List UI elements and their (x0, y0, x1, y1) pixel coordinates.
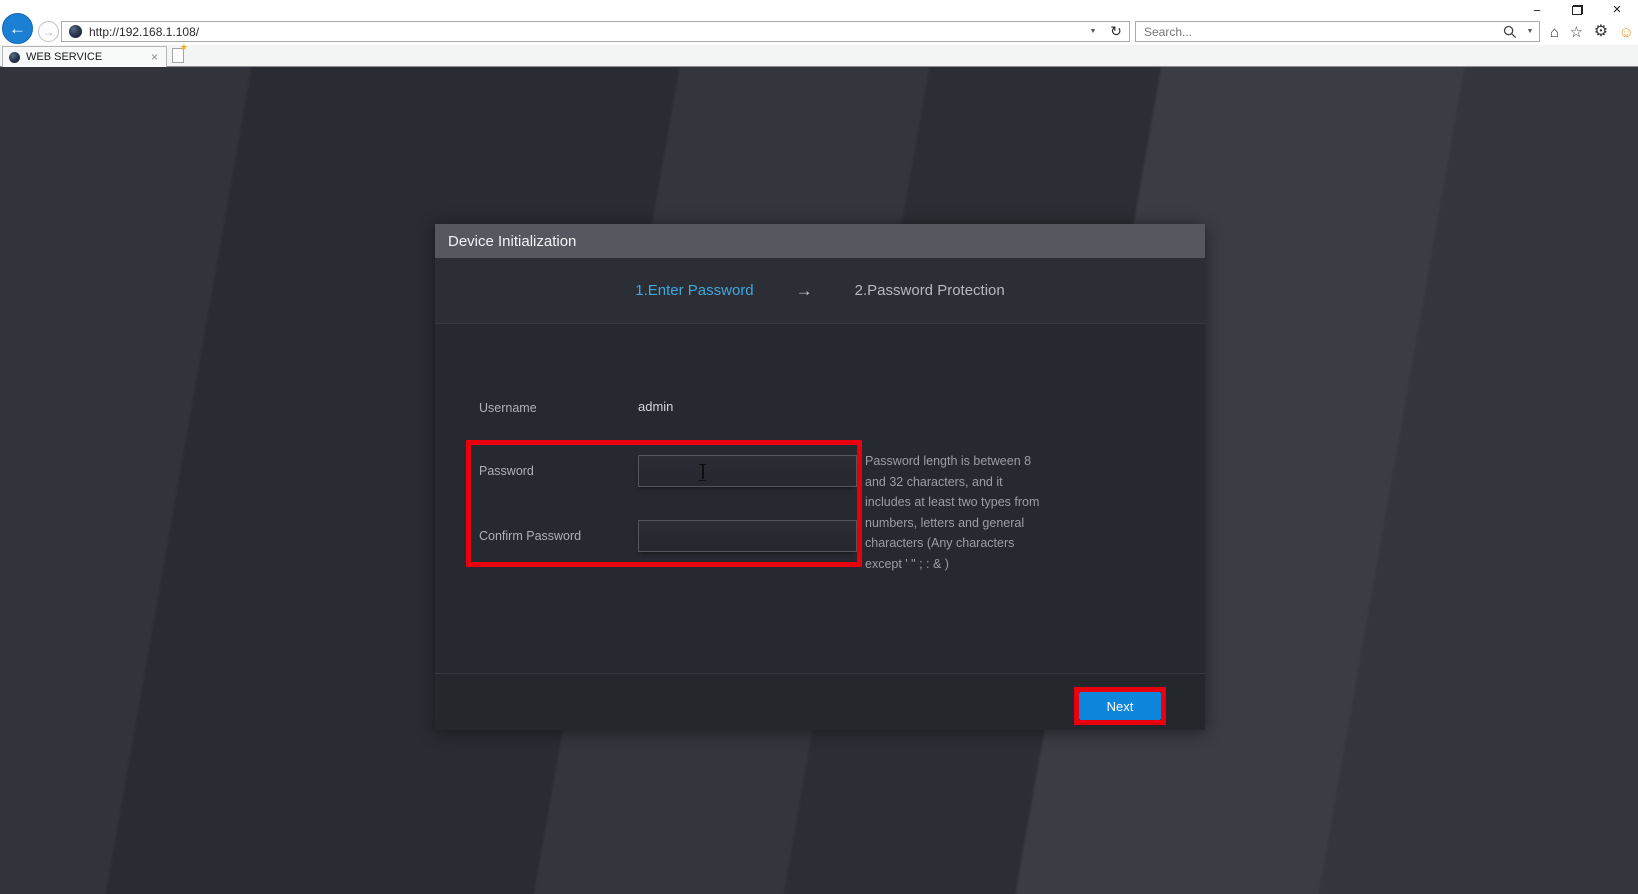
search-box[interactable]: ▼ (1135, 21, 1540, 42)
page-background: Device Initialization 1.Enter Password →… (0, 67, 1638, 894)
password-input[interactable] (638, 455, 857, 487)
next-button[interactable]: Next (1079, 692, 1161, 720)
hint-line: includes at least two types from (865, 495, 1040, 509)
confirm-password-label: Confirm Password (479, 529, 582, 543)
forward-arrow-icon: → (42, 24, 55, 39)
step-password-protection: 2.Password Protection (854, 282, 1005, 299)
hint-line: Password length is between 8 (865, 454, 1032, 468)
tab-bar: WEB SERVICE × ★ (0, 43, 1638, 67)
new-tab-spark-icon: ★ (179, 42, 188, 52)
tab-title: WEB SERVICE (26, 51, 103, 63)
site-favicon-globe-icon (69, 25, 82, 38)
favorites-star-icon[interactable]: ☆ (1570, 25, 1583, 40)
forward-button[interactable]: → (38, 21, 59, 42)
step-indicator: 1.Enter Password → 2.Password Protection (435, 258, 1205, 324)
tab-web-service[interactable]: WEB SERVICE × (2, 46, 167, 67)
back-arrow-icon: ← (9, 19, 26, 38)
hint-line: except ' " ; : & ) (865, 556, 949, 571)
dialog-footer: Next (435, 673, 1205, 730)
window-controls: − × (1524, 0, 1630, 20)
address-dropdown-icon[interactable]: ▼ (1083, 22, 1103, 41)
search-input[interactable] (1136, 23, 1499, 40)
window-titlebar: − × (0, 0, 1638, 20)
password-label: Password (479, 464, 534, 478)
device-initialization-dialog: Device Initialization 1.Enter Password →… (435, 224, 1205, 730)
close-window-button[interactable]: × (1604, 1, 1630, 19)
address-bar[interactable]: http://192.168.1.108/ ▼ ↻ (61, 21, 1130, 42)
username-label: Username (479, 401, 537, 415)
hint-line: and 32 characters, and it (865, 474, 1003, 489)
browser-action-icons: ⌂ ☆ ⚙ ☺ (1550, 21, 1634, 43)
dialog-body: Username admin Password Confirm Password… (435, 324, 1205, 673)
feedback-smiley-icon[interactable]: ☺ (1619, 25, 1634, 40)
tab-favicon-globe-icon (9, 51, 20, 63)
browser-toolbar: ← → http://192.168.1.108/ ▼ ↻ ▼ ⌂ ☆ ⚙ (0, 13, 1638, 45)
tab-close-icon[interactable]: × (149, 51, 160, 63)
restore-button[interactable] (1564, 1, 1590, 19)
step-arrow-icon: → (795, 280, 813, 300)
search-dropdown-icon[interactable]: ▼ (1521, 28, 1539, 35)
step-enter-password: 1.Enter Password (635, 282, 754, 299)
username-value: admin (638, 399, 674, 414)
hint-line: characters (Any characters (865, 536, 1015, 550)
text-cursor-ibeam (698, 464, 707, 479)
dialog-header: Device Initialization (435, 224, 1205, 258)
home-icon[interactable]: ⌂ (1550, 25, 1559, 40)
browser-window: − × ← → http://192.168.1.108/ ▼ ↻ Search… (0, 0, 1638, 894)
minimize-button[interactable]: − (1524, 1, 1550, 19)
address-url[interactable]: http://192.168.1.108/ (89, 25, 1083, 39)
new-tab-button[interactable]: ★ (172, 43, 188, 63)
password-rules-hint: Password length is between 8 and 32 char… (865, 451, 1065, 574)
restore-icon (1571, 5, 1583, 15)
refresh-icon[interactable]: ↻ (1103, 22, 1129, 41)
dialog-title: Device Initialization (448, 232, 577, 250)
back-button[interactable]: ← (2, 13, 33, 44)
confirm-password-input[interactable] (638, 520, 857, 552)
hint-line: numbers, letters and general (865, 515, 1025, 530)
search-icon[interactable] (1499, 25, 1521, 39)
settings-gear-icon[interactable]: ⚙ (1594, 24, 1608, 40)
